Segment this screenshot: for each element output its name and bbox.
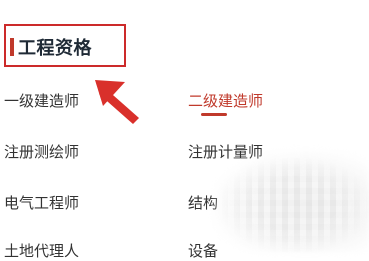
link-erji-jianzaoshi[interactable]: 二级建造师 [188,90,263,111]
pixelated-region [222,158,369,252]
title-accent-bar [10,38,14,56]
link-zhuce-cehuishi[interactable]: 注册测绘师 [4,141,79,162]
link-dianqi-gongchengshi[interactable]: 电气工程师 [4,192,79,213]
link-yiji-jianzaoshi[interactable]: 一级建造师 [4,90,79,111]
red-arrow-icon [95,80,139,124]
link-tudi-dailiren[interactable]: 土地代理人 [4,240,79,261]
active-tab-underline [201,113,227,116]
section-title: 工程资格 [18,38,92,59]
